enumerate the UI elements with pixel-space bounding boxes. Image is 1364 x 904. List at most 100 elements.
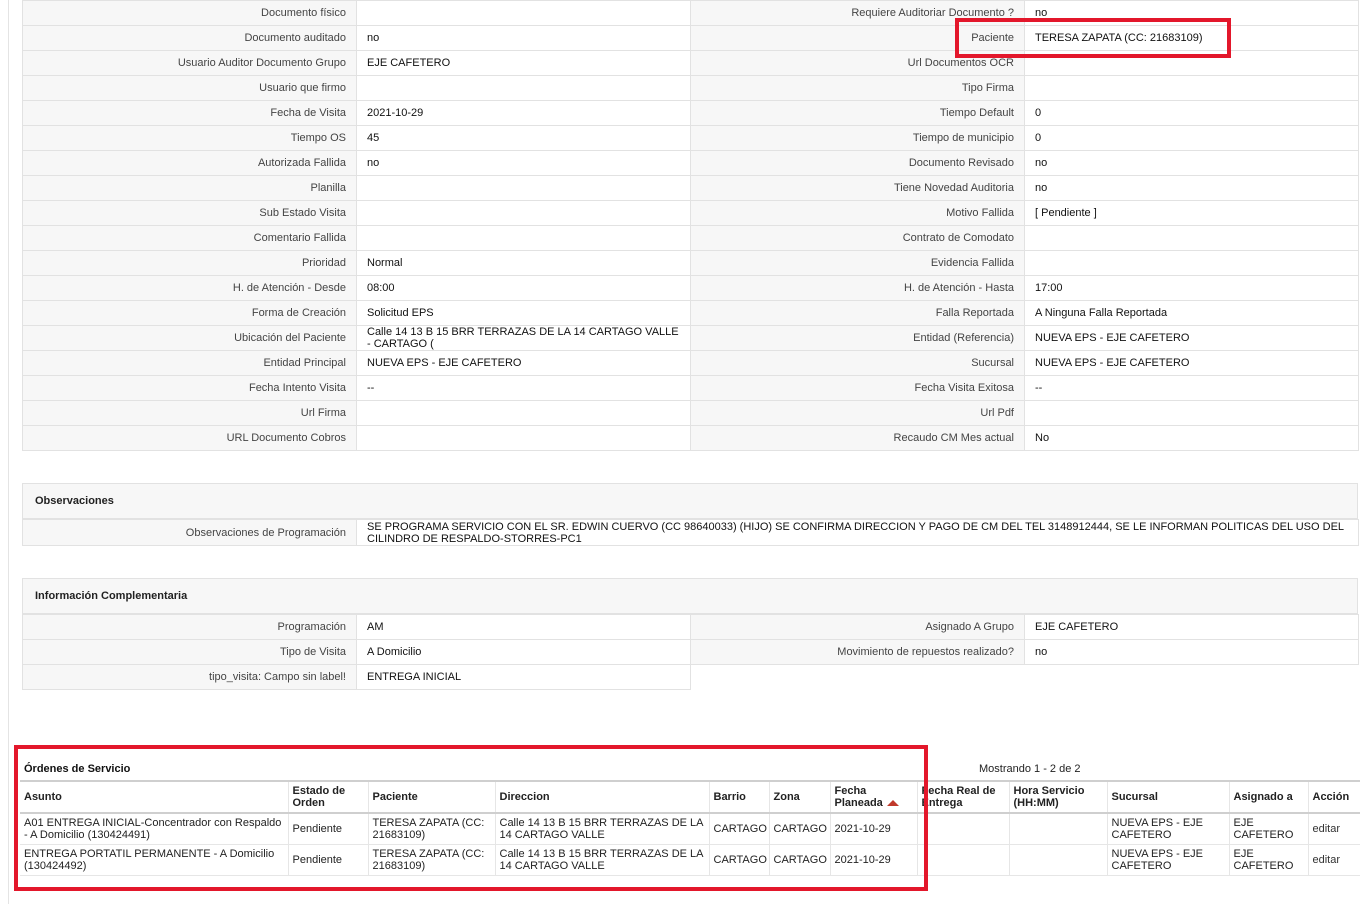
order-estado: Pendiente: [287, 844, 368, 876]
order-direccion: Calle 14 13 B 15 BRR TERRAZAS DE LA 14 C…: [494, 844, 709, 876]
order-barrio: CARTAGO: [708, 813, 769, 845]
observaciones-header: Observaciones: [22, 483, 1358, 519]
order-direccion: Calle 14 13 B 15 BRR TERRAZAS DE LA 14 C…: [494, 813, 709, 845]
field-label: Fecha Visita Exitosa: [690, 375, 1025, 401]
field-value: --: [1024, 375, 1359, 401]
col-accion: Acción: [1307, 780, 1360, 814]
field-value: --: [356, 375, 691, 401]
field-row: Programación AM Asignado A Grupo EJE CAFETE…: [22, 614, 1359, 640]
order-paciente: TERESA ZAPATA (CC: 21683109): [367, 813, 495, 845]
order-fecha-planeada: 2021-10-29: [829, 844, 917, 876]
col-fecha-real[interactable]: Fecha Real de Entrega: [916, 780, 1009, 814]
field-row: Documento auditado no Paciente TERESA ZAPAT…: [22, 25, 1359, 51]
complementaria-header: Información Complementaria: [22, 578, 1358, 614]
field-value: Normal: [356, 250, 691, 276]
field-label: Asignado A Grupo: [690, 614, 1025, 640]
field-label: Prioridad: [22, 250, 357, 276]
order-fecha-real: [916, 813, 1009, 845]
order-sucursal: NUEVA EPS - EJE CAFETERO: [1106, 844, 1229, 876]
field-value: [356, 225, 691, 251]
sort-ascending-icon[interactable]: [886, 800, 899, 807]
field-label: Url Documentos OCR: [690, 50, 1025, 76]
col-asignado[interactable]: Asignado a: [1228, 780, 1308, 814]
field-value: [ Pendiente ]: [1024, 200, 1359, 226]
field-value: [356, 425, 691, 451]
field-label: Sub Estado Visita: [22, 200, 357, 226]
field-label: Documento físico: [22, 0, 357, 26]
field-label: Usuario que firmo: [22, 75, 357, 101]
field-row: Sub Estado Visita Motivo Fallida[ Pendien…: [22, 200, 1359, 226]
field-label: Sucursal: [690, 350, 1025, 376]
empty-cell: [691, 665, 1359, 690]
field-value: 45: [356, 125, 691, 151]
field-value: [1024, 250, 1359, 276]
field-value: [356, 75, 691, 101]
field-label: Documento Revisado: [690, 150, 1025, 176]
field-label: Fecha de Visita: [22, 100, 357, 126]
col-hora[interactable]: Hora Servicio (HH:MM): [1008, 780, 1107, 814]
field-label: Url Firma: [22, 400, 357, 426]
field-row: H. de Atención - Desde 08:00 H. de Atenció…: [22, 275, 1359, 301]
field-label: Ubicación del Paciente: [22, 325, 357, 351]
col-barrio[interactable]: Barrio: [708, 780, 769, 814]
field-value: [356, 0, 691, 26]
field-value: EJE CAFETERO: [1024, 614, 1359, 640]
field-value: [356, 175, 691, 201]
field-value: NUEVA EPS - EJE CAFETERO: [356, 350, 691, 376]
order-row: A01 ENTREGA INICIAL-Concentrador con Res…: [20, 813, 1360, 845]
col-sucursal[interactable]: Sucursal: [1106, 780, 1229, 814]
field-row: Fecha de Visita 2021-10-29 Tiempo Default 0: [22, 100, 1359, 126]
field-row: Entidad Principal NUEVA EPS - EJE CAFETER…: [22, 350, 1359, 376]
order-fecha-real: [916, 844, 1009, 876]
editar-link[interactable]: editar: [1307, 813, 1360, 845]
order-paciente: TERESA ZAPATA (CC: 21683109): [367, 844, 495, 876]
field-row: Planilla Tiene Novedad Auditoria no: [22, 175, 1359, 201]
field-label: Movimiento de repuestos realizado?: [690, 639, 1025, 665]
field-label: Tiempo OS: [22, 125, 357, 151]
col-zona[interactable]: Zona: [768, 780, 830, 814]
field-value: A Domicilio: [356, 639, 691, 665]
field-value: [1024, 50, 1359, 76]
field-label: H. de Atención - Desde: [22, 275, 357, 301]
field-value: no: [356, 150, 691, 176]
field-value: 08:00: [356, 275, 691, 301]
field-label: Planilla: [22, 175, 357, 201]
field-label: Tipo Firma: [690, 75, 1025, 101]
field-row: Tiempo OS 45 Tiempo de municipio 0: [22, 125, 1359, 151]
field-label: Entidad (Referencia): [690, 325, 1025, 351]
field-label: Usuario Auditor Documento Grupo: [22, 50, 357, 76]
field-label: H. de Atención - Hasta: [690, 275, 1025, 301]
field-label: Paciente: [690, 25, 1025, 51]
field-label: Url Pdf: [690, 400, 1025, 426]
editar-link[interactable]: editar: [1307, 844, 1360, 876]
order-asunto: ENTREGA PORTATIL PERMANENTE - A Domicili…: [20, 844, 288, 876]
field-value: 0: [1024, 100, 1359, 126]
field-label: Tiempo Default: [690, 100, 1025, 126]
observaciones-table: Observaciones de Programación SE PROGRAM…: [22, 519, 1359, 546]
field-value: no: [1024, 639, 1359, 665]
field-row: Forma de Creación Solicitud EPS Falla Repo…: [22, 300, 1359, 326]
col-estado[interactable]: Estado de Orden: [287, 780, 368, 814]
observaciones-value: SE PROGRAMA SERVICIO CON EL SR. EDWIN CU…: [356, 519, 1359, 546]
field-value: A Ninguna Falla Reportada: [1024, 300, 1359, 326]
field-row: Comentario Fallida Contrato de Comodato: [22, 225, 1359, 251]
field-value: [1024, 75, 1359, 101]
field-value: 2021-10-29: [356, 100, 691, 126]
field-label: Motivo Fallida: [690, 200, 1025, 226]
field-label: Forma de Creación: [22, 300, 357, 326]
field-row: URL Documento Cobros Recaudo CM Mes actua…: [22, 425, 1359, 451]
col-direccion[interactable]: Direccion: [494, 780, 709, 814]
col-paciente[interactable]: Paciente: [367, 780, 495, 814]
field-label: Requiere Auditoriar Documento ?: [690, 0, 1025, 26]
left-border-line: [8, 0, 9, 904]
order-asignado: EJE CAFETERO: [1228, 844, 1308, 876]
field-row: Tipo de Visita A Domicilio Movimiento de r…: [22, 639, 1359, 665]
field-value: EJE CAFETERO: [356, 50, 691, 76]
order-fecha-planeada: 2021-10-29: [829, 813, 917, 845]
field-value: NUEVA EPS - EJE CAFETERO: [1024, 325, 1359, 351]
field-value: TERESA ZAPATA (CC: 21683109): [1024, 25, 1359, 51]
col-asunto[interactable]: Asunto: [20, 780, 288, 814]
field-label: Tiene Novedad Auditoria: [690, 175, 1025, 201]
col-fecha-planeada[interactable]: Fecha Planeada: [829, 780, 917, 814]
order-hora: [1008, 813, 1107, 845]
